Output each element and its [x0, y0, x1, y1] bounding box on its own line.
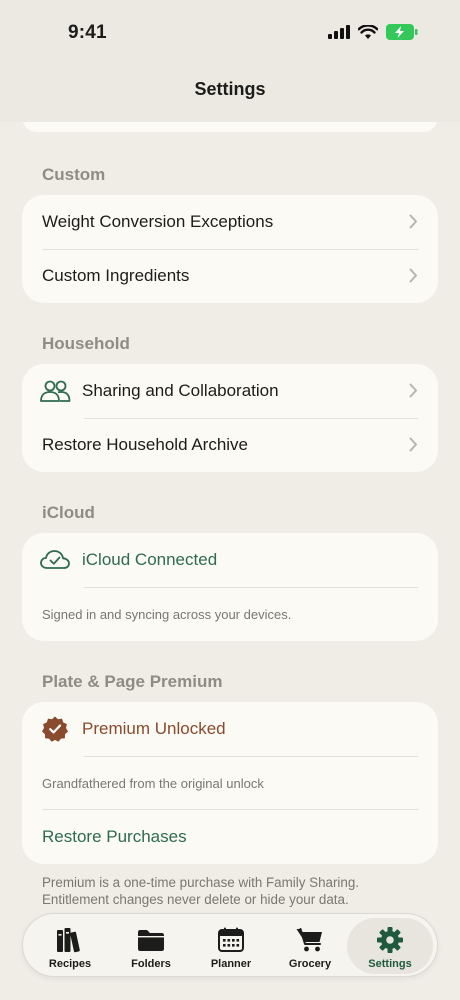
- premium-caption: Grandfathered from the original unlock: [42, 776, 264, 791]
- section-header-household: Household: [42, 334, 130, 353]
- restore-purchases-button[interactable]: Restore Purchases: [42, 810, 418, 864]
- restore-household-archive-row[interactable]: Restore Household Archive: [42, 418, 418, 472]
- premium-card: Premium Unlocked Grandfathered from the …: [22, 702, 438, 864]
- tab-settings[interactable]: Settings: [347, 918, 433, 974]
- row-label: Weight Conversion Exceptions: [42, 212, 274, 231]
- tab-label: Grocery: [288, 958, 332, 970]
- folder-icon: [136, 926, 166, 954]
- tab-recipes[interactable]: Recipes: [29, 918, 111, 974]
- status-bar: 9:41: [0, 0, 460, 64]
- weight-conversion-exceptions-row[interactable]: Weight Conversion Exceptions: [42, 195, 418, 249]
- household-card: Sharing and Collaboration Restore Househ…: [22, 364, 438, 472]
- row-label: Sharing and Collaboration: [82, 381, 279, 400]
- premium-footer-note: Premium is a one-time purchase with Fami…: [42, 875, 360, 907]
- custom-card: Weight Conversion Exceptions Custom Ingr…: [22, 195, 438, 303]
- icloud-caption: Signed in and syncing across your device…: [42, 607, 292, 622]
- tab-label: Settings: [368, 958, 412, 970]
- tab-label: Planner: [210, 958, 252, 970]
- tab-grocery[interactable]: Grocery: [269, 918, 351, 974]
- row-label: Custom Ingredients: [42, 266, 190, 285]
- divider: [84, 756, 418, 757]
- battery-charging-icon: [386, 24, 418, 40]
- icloud-card: iCloud Connected Signed in and syncing a…: [22, 533, 438, 641]
- divider: [84, 587, 418, 588]
- cart-icon: [295, 926, 325, 954]
- chevron-right-icon: [409, 268, 417, 283]
- tab-label: Folders: [131, 958, 171, 970]
- sharing-and-collaboration-row[interactable]: Sharing and Collaboration: [40, 364, 418, 418]
- tab-bar: Recipes Folders Planner Grocery Settings: [22, 913, 438, 977]
- section-header-premium: Plate & Page Premium: [42, 672, 223, 691]
- gear-icon: [376, 926, 404, 954]
- people-icon: [38, 377, 72, 405]
- status-time: 9:41: [68, 22, 107, 43]
- icloud-status-label: iCloud Connected: [82, 550, 218, 569]
- section-header-icloud: iCloud: [42, 503, 95, 522]
- wifi-icon: [358, 24, 378, 39]
- status-icons: [328, 24, 418, 40]
- cellular-signal-icon: [328, 25, 350, 39]
- calendar-icon: [217, 926, 245, 954]
- restore-purchases-label: Restore Purchases: [42, 827, 187, 846]
- settings-list[interactable]: Custom Weight Conversion Exceptions Cust…: [0, 122, 460, 912]
- page-title: Settings: [194, 79, 266, 99]
- icloud-status-row: iCloud Connected: [40, 533, 418, 587]
- chevron-right-icon: [409, 214, 417, 229]
- premium-status-label: Premium Unlocked: [82, 719, 226, 738]
- tab-planner[interactable]: Planner: [190, 918, 272, 974]
- chevron-right-icon: [409, 383, 417, 398]
- tab-label: Recipes: [48, 958, 92, 970]
- navigation-bar: Settings: [0, 64, 460, 122]
- premium-status-row: Premium Unlocked: [42, 702, 418, 756]
- previous-section-card: [22, 122, 438, 132]
- section-header-custom: Custom: [42, 165, 106, 184]
- books-icon: [55, 926, 85, 954]
- verified-badge-icon: [38, 715, 72, 743]
- cloud-check-icon: [38, 546, 72, 574]
- chevron-right-icon: [409, 437, 417, 452]
- row-label: Restore Household Archive: [42, 435, 249, 454]
- custom-ingredients-row[interactable]: Custom Ingredients: [42, 249, 418, 303]
- tab-folders[interactable]: Folders: [110, 918, 192, 974]
